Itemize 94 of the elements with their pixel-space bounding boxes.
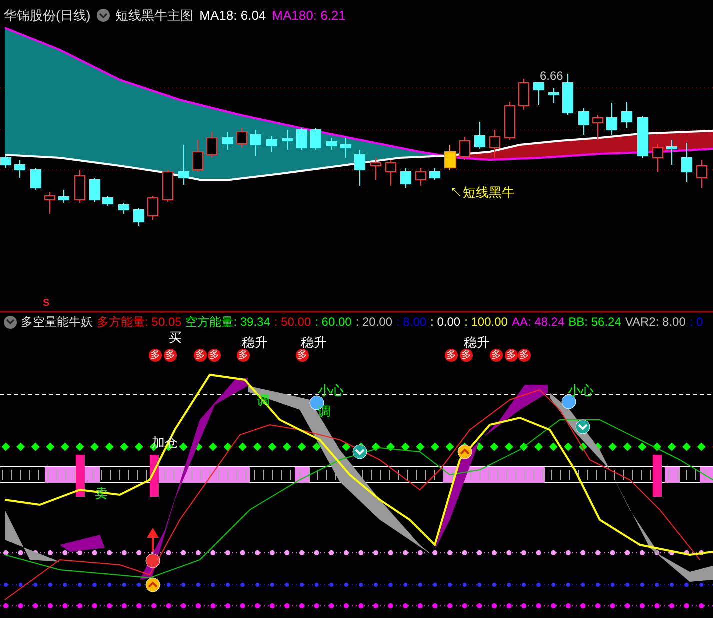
signal-badge: 多 <box>208 349 221 362</box>
candlestick <box>296 128 308 150</box>
chevron-up-icon <box>146 578 160 592</box>
candlestick <box>310 128 322 150</box>
candlestick <box>562 74 574 116</box>
indicator-reading: : 8.00 <box>396 314 427 331</box>
indicator-title: 多空量能牛妖 <box>21 314 93 331</box>
candlestick <box>444 144 456 170</box>
candlestick <box>0 154 12 168</box>
indicator-reading: : 20.00 <box>356 314 393 331</box>
candlestick <box>162 170 174 202</box>
candlestick <box>58 190 70 204</box>
signal-badge: 多 <box>194 349 207 362</box>
indicator-title: 短线黑牛主图 <box>116 7 194 25</box>
indicator-reading: 多方能量: 50.05 <box>97 314 182 331</box>
candlestick <box>606 102 618 136</box>
dropdown-icon[interactable] <box>4 316 17 328</box>
candlestick <box>638 116 648 158</box>
candlestick <box>430 168 440 180</box>
signal-badge: 多 <box>460 349 473 362</box>
candlestick <box>354 150 366 186</box>
signal-badge: 多 <box>445 349 458 362</box>
candlestick <box>518 78 530 110</box>
signal-label: 小心 <box>568 384 594 397</box>
candlestick <box>534 82 544 106</box>
dropdown-icon[interactable] <box>96 9 110 22</box>
candlestick <box>266 136 278 152</box>
candlestick <box>282 130 294 150</box>
chevron-down-icon <box>352 444 368 460</box>
candlestick <box>400 168 412 188</box>
candlestick <box>548 88 560 104</box>
candlestick <box>474 122 486 150</box>
candlestick <box>652 144 664 172</box>
indicator-reading: VAR2: 8.00 <box>625 314 686 331</box>
candlestick <box>416 168 426 186</box>
candlestick <box>74 170 86 204</box>
indicator-reading: AA: 48.24 <box>512 314 565 331</box>
signal-badge: 多 <box>490 349 503 362</box>
candlestick <box>386 160 396 186</box>
chevron-up-icon <box>458 444 472 460</box>
candlestick <box>236 128 248 148</box>
indicator-reading: : 60.00 <box>315 314 352 331</box>
candlestick <box>696 160 708 188</box>
candlestick <box>192 140 204 172</box>
signal-badge: 多 <box>518 349 531 362</box>
signal-label: ↖短线黑牛 <box>450 186 515 199</box>
indicator-reading: : 0 <box>690 314 704 331</box>
signal-badge: 多 <box>237 349 250 362</box>
chevron-down-icon <box>576 420 590 434</box>
candlestick <box>118 202 130 214</box>
candlestick <box>682 142 692 182</box>
signal-label: 稳升 <box>301 336 327 349</box>
candlestick <box>44 192 56 214</box>
candlestick <box>666 140 678 166</box>
candlestick <box>578 108 590 136</box>
candlestick <box>222 132 234 150</box>
signal-badge: 多 <box>164 349 177 362</box>
candlestick <box>504 102 516 140</box>
indicator-reading: : 100.00 <box>464 314 508 331</box>
signal-badge: 多 <box>149 349 162 362</box>
marker-label: S <box>43 299 50 309</box>
candlestick <box>206 132 218 158</box>
stock-title: 华锦股份(日线) <box>4 7 91 25</box>
candlestick <box>340 138 352 158</box>
signal-label: 稳升 <box>242 336 268 349</box>
candlestick <box>90 178 100 202</box>
signal-label: 买 <box>169 331 182 344</box>
candlestick <box>30 168 42 190</box>
price-label: 6.66 <box>540 70 564 82</box>
ball-icon <box>146 554 160 568</box>
candlestick <box>490 130 500 158</box>
indicator-reading: : 50.00 <box>274 314 312 331</box>
candlestick <box>102 196 114 206</box>
candlestick <box>460 136 470 160</box>
candlestick <box>134 208 144 226</box>
indicator-reading: 空方能量: 39.34 <box>186 314 270 331</box>
candlestick <box>148 196 158 220</box>
candlestick <box>326 138 338 150</box>
indicator-reading: : 0.00 <box>430 314 461 331</box>
candlestick <box>622 102 632 128</box>
signal-badge: 多 <box>505 349 518 362</box>
indicator-reading: MA180: 6.21 <box>272 7 346 25</box>
signal-badge: 多 <box>296 349 309 362</box>
candlestick <box>592 114 604 140</box>
candlestick <box>370 158 382 180</box>
candlestick <box>14 160 26 178</box>
indicator-reading: BB: 56.24 <box>568 314 622 331</box>
up-arrow-icon <box>147 528 159 552</box>
signal-label: 调 <box>318 405 331 418</box>
candlestick <box>250 130 262 156</box>
signal-label: 小心 <box>318 384 344 397</box>
indicator-reading: MA18: 6.04 <box>200 7 266 25</box>
signal-label: 稳升 <box>464 336 490 349</box>
candlestick <box>178 144 190 186</box>
